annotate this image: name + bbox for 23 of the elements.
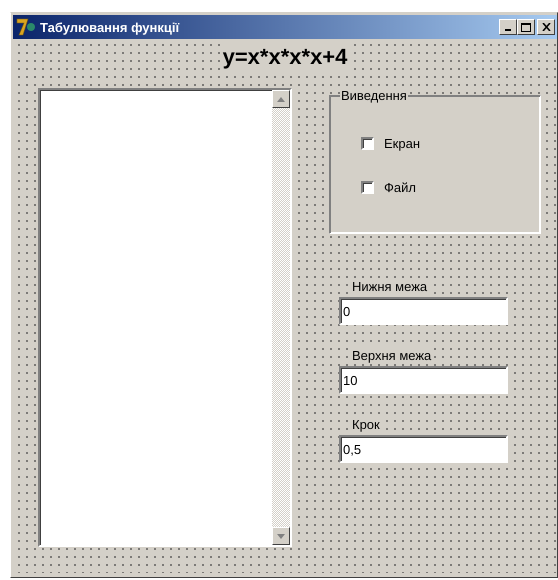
window-title: Табулювання функції: [40, 20, 180, 34]
checkbox-label: Екран: [384, 136, 420, 150]
input-field[interactable]: 10: [339, 366, 508, 394]
checkbox[interactable]: [361, 136, 374, 150]
field-label: Верхня межа: [350, 348, 434, 363]
app-icon: [15, 17, 37, 37]
formula-label: y=x*x*x*x+4: [220, 43, 350, 71]
scrollbar[interactable]: [272, 90, 290, 545]
input-field[interactable]: 0,5: [339, 435, 508, 463]
group-title: Виведення: [340, 88, 408, 103]
memo-field[interactable]: [38, 88, 292, 547]
checkbox[interactable]: [361, 180, 374, 194]
maximize-icon: [521, 22, 531, 32]
close-button[interactable]: [537, 19, 555, 35]
down-arrow-icon[interactable]: [277, 534, 285, 538]
close-icon: [542, 23, 550, 31]
minimize-button[interactable]: [499, 19, 517, 35]
field-label: Крок: [350, 417, 382, 432]
checkbox-label: Файл: [384, 180, 416, 194]
up-arrow-icon[interactable]: [277, 96, 285, 102]
maximize-button[interactable]: [517, 19, 535, 35]
field-label: Нижня межа: [350, 279, 430, 294]
input-field[interactable]: 0: [339, 297, 508, 325]
